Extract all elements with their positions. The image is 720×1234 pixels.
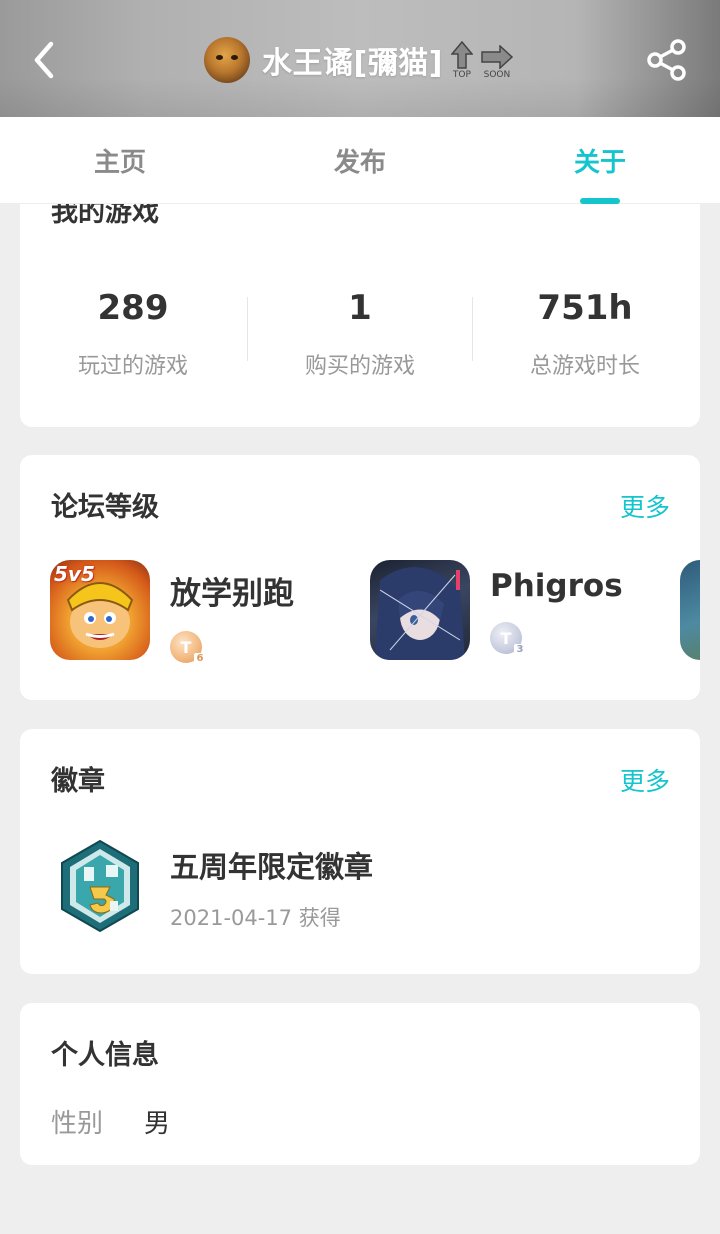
forum-more-link[interactable]: 更多 — [620, 488, 670, 524]
arrow-up-icon — [450, 41, 473, 69]
level-number: 3 — [514, 644, 526, 656]
gender-label: 性别 — [51, 1109, 104, 1139]
stat-playtime-label: 总游戏时长 — [529, 354, 640, 379]
stat-played-value: 289 — [97, 288, 169, 328]
forum-game-item[interactable]: Phigros T 3 — [370, 560, 623, 660]
stat-purchased[interactable]: 1 购买的游戏 — [247, 288, 473, 380]
share-button[interactable] — [646, 38, 688, 82]
forum-game-item[interactable] — [680, 560, 700, 660]
personal-info-title: 个人信息 — [51, 1040, 159, 1071]
stat-purchased-value: 1 — [348, 288, 372, 328]
stat-playtime[interactable]: 751h 总游戏时长 — [472, 288, 698, 380]
stat-purchased-label: 购买的游戏 — [304, 354, 415, 379]
anniversary-medal-icon[interactable] — [58, 839, 142, 933]
game-name: 放学别跑 — [170, 576, 294, 612]
avatar[interactable] — [204, 37, 250, 83]
level-letter: T — [180, 637, 192, 657]
level-badge: T 6 — [170, 631, 206, 665]
tab-posts[interactable]: 发布 — [240, 117, 480, 203]
game-info: 放学别跑 T 6 — [170, 560, 294, 665]
top-badge: TOP — [450, 40, 473, 80]
medals-card: 徽章 更多 五周年限定徽章 2021-04-17 获得 — [20, 729, 700, 974]
game-icon-label: 5v5 — [54, 562, 95, 586]
username: 水王谲[彌猫] — [262, 46, 443, 81]
back-button[interactable] — [24, 36, 64, 84]
forum-game-item[interactable]: 5v5 放学别跑 T 6 — [50, 560, 294, 665]
tab-home[interactable]: 主页 — [0, 117, 240, 203]
my-games-card: 我的游戏 289 玩过的游戏 1 购买的游戏 751h 总游戏时长 — [20, 204, 700, 427]
soon-badge: SOON — [481, 40, 513, 80]
level-badge: T 3 — [490, 622, 526, 656]
medal-date: 2021-04-17 获得 — [170, 906, 341, 930]
gender-value: 男 — [144, 1109, 171, 1139]
soon-caption: SOON — [483, 70, 511, 80]
top-caption: TOP — [452, 70, 471, 80]
game-name: Phigros — [490, 568, 623, 604]
chevron-left-icon — [34, 41, 54, 79]
game-icon-phigros — [370, 560, 470, 660]
personal-info-card: 个人信息 性别 男 — [20, 1003, 700, 1165]
game-art — [375, 567, 465, 660]
stat-played-label: 玩过的游戏 — [77, 354, 188, 379]
game-icon-fangxuebiepao: 5v5 — [50, 560, 150, 660]
stat-playtime-value: 751h — [537, 288, 633, 328]
forum-level-title: 论坛等级 — [51, 492, 159, 523]
level-letter: T — [500, 628, 512, 648]
tab-about[interactable]: 关于 — [480, 117, 720, 203]
medals-title: 徽章 — [51, 766, 105, 797]
level-number: 6 — [194, 653, 206, 665]
arrow-right-icon — [481, 45, 513, 69]
tab-bar: 主页 发布 关于 — [0, 117, 720, 203]
medal-name: 五周年限定徽章 — [170, 850, 374, 884]
stat-played[interactable]: 289 玩过的游戏 — [20, 288, 246, 380]
game-icon-partial — [680, 560, 700, 660]
share-icon — [647, 39, 686, 81]
profile-header: 水王谲[彌猫] TOP SOON — [0, 0, 720, 117]
forum-level-card: 论坛等级 更多 5v5 放学别跑 T 6 Phigros T 3 — [20, 455, 700, 700]
user-block[interactable]: 水王谲[彌猫] TOP SOON — [204, 36, 513, 84]
my-games-title: 我的游戏 — [51, 204, 159, 228]
medals-more-link[interactable]: 更多 — [620, 762, 670, 798]
game-info: Phigros T 3 — [490, 560, 623, 660]
